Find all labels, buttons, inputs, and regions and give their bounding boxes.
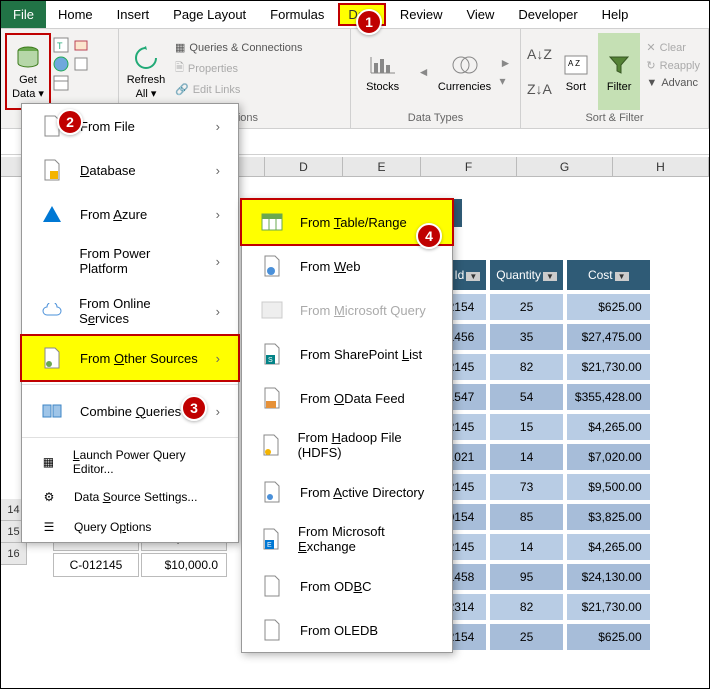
properties-button[interactable]: 🗎Properties — [171, 57, 307, 80]
database-icon — [40, 158, 64, 182]
filter-icon — [603, 49, 635, 81]
clear-button[interactable]: ✕Clear — [642, 39, 704, 56]
col-header-h[interactable]: H — [613, 157, 709, 177]
sort-button[interactable]: A Z Sort — [556, 33, 596, 110]
hadoop-icon — [260, 433, 282, 457]
reapply-icon: ↻ — [646, 59, 655, 72]
sort-asc-icon[interactable]: A↓Z — [527, 46, 552, 62]
pq-editor-icon: ▦ — [40, 453, 57, 471]
menu-from-active-directory[interactable]: From Active Directory — [242, 470, 452, 514]
existing-conn-icon[interactable] — [73, 56, 91, 74]
callout-badge-2: 2 — [57, 109, 83, 135]
menu-launch-pq-editor[interactable]: ▦Launch Power Query Editor... — [22, 442, 238, 482]
tab-help[interactable]: Help — [590, 1, 641, 28]
sharepoint-icon: S — [260, 342, 284, 366]
tab-page-layout[interactable]: Page Layout — [161, 1, 258, 28]
data-table: uct Id▼ Quantity▼ Cost▼ 5215425$625.00 5… — [426, 257, 653, 653]
menu-from-sharepoint[interactable]: SFrom SharePoint List — [242, 332, 452, 376]
callout-badge-3: 3 — [181, 395, 207, 421]
menu-from-web[interactable]: From Web — [242, 244, 452, 288]
other-sources-submenu: From Table/Range From Web From Microsoft… — [241, 199, 453, 653]
tab-review[interactable]: Review — [388, 1, 455, 28]
group-data-types: Data Types — [355, 110, 516, 126]
sort-desc-icon[interactable]: Z↓A — [527, 81, 552, 97]
menu-from-ms-query[interactable]: From Microsoft Query — [242, 288, 452, 332]
menu-from-other-sources[interactable]: From Other Sources› — [20, 334, 240, 382]
odata-icon — [260, 386, 284, 410]
edit-links-icon: 🔗 — [175, 83, 189, 96]
menu-from-online-services[interactable]: From Online Services› — [22, 286, 238, 336]
callout-badge-1: 1 — [356, 9, 382, 35]
th-cost[interactable]: Cost▼ — [566, 259, 651, 291]
svg-text:T: T — [57, 41, 63, 51]
clear-icon: ✕ — [646, 41, 655, 54]
currencies-icon — [449, 49, 481, 81]
menu-from-oledb[interactable]: From OLEDB — [242, 608, 452, 652]
ad-icon — [260, 480, 284, 504]
menu-from-azure[interactable]: From Azure› — [22, 192, 238, 236]
svg-text:A Z: A Z — [568, 59, 580, 68]
queries-connections-button[interactable]: ▦Queries & Connections — [171, 39, 307, 56]
web-icon — [260, 254, 284, 278]
tab-formulas[interactable]: Formulas — [258, 1, 336, 28]
power-platform-icon — [40, 249, 63, 273]
callout-badge-4: 4 — [416, 223, 442, 249]
msquery-icon — [260, 298, 284, 322]
menu-from-power-platform[interactable]: From Power Platform› — [22, 236, 238, 286]
tab-home[interactable]: Home — [46, 1, 105, 28]
currencies-button[interactable]: Currencies — [442, 47, 488, 96]
cloud-icon — [40, 299, 63, 323]
menu-from-exchange[interactable]: EFrom Microsoft Exchange — [242, 514, 452, 564]
tab-insert[interactable]: Insert — [105, 1, 162, 28]
col-header-e[interactable]: E — [343, 157, 421, 177]
stocks-button[interactable]: Stocks — [360, 47, 406, 96]
row-header-16[interactable]: 16 — [1, 543, 27, 565]
menu-from-file[interactable]: From File› — [22, 104, 238, 148]
tab-view[interactable]: View — [454, 1, 506, 28]
reapply-button[interactable]: ↻Reapply — [642, 57, 704, 74]
svg-text:S: S — [268, 357, 273, 364]
from-text-icon[interactable]: T — [53, 37, 71, 55]
get-data-menu: From File› Database› From Azure› From Po… — [21, 103, 239, 543]
exchange-icon: E — [260, 527, 282, 551]
advanced-button[interactable]: ▼Advanc — [642, 75, 704, 91]
oledb-icon — [260, 618, 284, 642]
refresh-all-button[interactable]: Refresh All ▾ — [123, 33, 169, 110]
odbc-icon — [260, 574, 284, 598]
group-sort-filter: Sort & Filter — [525, 110, 704, 126]
tab-file[interactable]: File — [1, 1, 46, 28]
col-header-f[interactable]: F — [421, 157, 517, 177]
tab-developer[interactable]: Developer — [506, 1, 589, 28]
svg-text:E: E — [267, 542, 272, 549]
database-icon — [12, 42, 44, 74]
combine-icon — [40, 399, 64, 423]
menu-data-source-settings[interactable]: ⚙Data Source Settings... — [22, 482, 238, 512]
table-icon — [260, 210, 284, 234]
options-icon: ☰ — [40, 518, 58, 536]
get-data-button[interactable]: Get Data ▾ — [5, 33, 51, 110]
menu-from-odata[interactable]: From OData Feed — [242, 376, 452, 420]
recent-sources-icon[interactable] — [73, 37, 91, 55]
sort-icon: A Z — [560, 49, 592, 81]
edit-links-button[interactable]: 🔗Edit Links — [171, 81, 307, 98]
menu-from-hadoop[interactable]: From Hadoop File (HDFS) — [242, 420, 452, 470]
settings-icon: ⚙ — [40, 488, 58, 506]
other-sources-icon — [40, 346, 64, 370]
ribbon-tabs: File Home Insert Page Layout Formulas Da… — [1, 1, 709, 29]
filter-button[interactable]: Filter — [598, 33, 641, 110]
connections-icon: ▦ — [175, 41, 185, 54]
refresh-icon — [130, 42, 162, 74]
advanced-icon: ▼ — [646, 77, 657, 89]
menu-from-odbc[interactable]: From ODBC — [242, 564, 452, 608]
th-quantity[interactable]: Quantity▼ — [489, 259, 564, 291]
col-header-g[interactable]: G — [517, 157, 613, 177]
menu-query-options[interactable]: ☰Query Options — [22, 512, 238, 542]
properties-icon: 🗎 — [175, 59, 184, 78]
azure-icon — [40, 202, 64, 226]
col-header-d[interactable]: D — [265, 157, 343, 177]
menu-from-database[interactable]: Database› — [22, 148, 238, 192]
stocks-icon — [367, 49, 399, 81]
from-table-icon[interactable] — [53, 75, 71, 93]
from-web-icon[interactable] — [53, 56, 71, 74]
